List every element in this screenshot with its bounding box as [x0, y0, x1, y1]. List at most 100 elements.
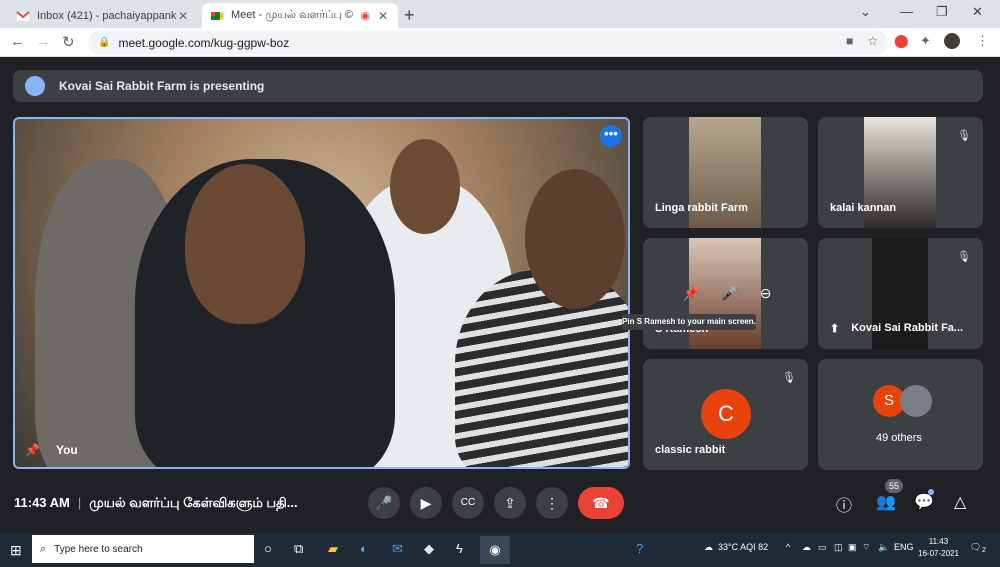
remove-icon[interactable]: ⊖: [760, 285, 772, 302]
display-icon[interactable]: ▣: [848, 542, 857, 553]
participant-name: classic rabbit: [655, 444, 726, 456]
recording-icon: ◉: [360, 10, 370, 22]
help-icon[interactable]: ?: [636, 541, 643, 556]
extension-icon[interactable]: ⬤: [894, 33, 909, 49]
address-bar[interactable]: 🔒 meet.google.com/kug-ggpw-boz ■ ☆: [88, 31, 888, 54]
avatar[interactable]: [944, 33, 960, 49]
bookmark-star-icon[interactable]: ☆: [867, 34, 878, 48]
meeting-title: முயல் வளர்ப்பு கேள்விகளும் பதி...: [89, 495, 298, 510]
notifications-count: 2: [982, 547, 986, 554]
activities-icon[interactable]: △: [954, 492, 966, 512]
maximize-icon[interactable]: ❐: [936, 4, 948, 20]
present-button[interactable]: ⇪: [494, 487, 526, 519]
windows-start-icon[interactable]: ⊞: [10, 542, 22, 559]
tab-title: Inbox (421) - pachaiyappank@gm: [37, 9, 176, 22]
volume-icon[interactable]: 🔈: [878, 542, 889, 553]
participant-tile-linga[interactable]: Linga rabbit Farm: [643, 117, 808, 228]
participant-tile-classic[interactable]: C 🎙 classic rabbit: [643, 359, 808, 470]
video-face: [185, 164, 305, 324]
video-face: [525, 169, 625, 309]
presenting-icon: ⬆: [830, 323, 840, 335]
self-label: 📌 You: [25, 443, 78, 457]
mail-icon[interactable]: ✉: [392, 541, 403, 557]
reload-icon[interactable]: ↻: [62, 33, 75, 51]
participant-name: kalai kannan: [830, 202, 897, 214]
browser-toolbar: ← → ↻ 🔒 meet.google.com/kug-ggpw-boz ■ ☆…: [0, 28, 1000, 57]
minimize-icon[interactable]: —: [900, 4, 913, 19]
windows-taskbar: ⊞ ⌕ Type here to search ○ ⧉ ▰ ◐ ✉ ◆ ϟ ◉ …: [0, 533, 1000, 567]
puzzle-icon[interactable]: ✦: [920, 33, 931, 49]
others-count: 49 others: [876, 432, 922, 444]
more-options-icon[interactable]: ⋮: [536, 487, 568, 519]
close-icon[interactable]: ✕: [376, 9, 390, 23]
pin-icon[interactable]: 📌: [683, 285, 700, 302]
tooltip: Pin S Ramesh to your main screen.: [622, 314, 756, 330]
camera-button[interactable]: ▶: [410, 487, 442, 519]
wifi-icon[interactable]: ⌔: [862, 542, 870, 553]
participant-tile-kalai[interactable]: 🎙 kalai kannan: [818, 117, 983, 228]
chat-icon[interactable]: 💬: [914, 492, 934, 512]
clock[interactable]: 11:43 16-07-2021: [918, 536, 959, 560]
file-explorer-icon[interactable]: ▰: [328, 541, 338, 557]
participant-name: ⬆ Kovai Sai Rabbit Fa...: [830, 322, 963, 335]
tab-meet[interactable]: Meet - முயல் வளர்ப்பு © ◉ ✕: [202, 3, 398, 28]
edge-icon[interactable]: ◐: [360, 541, 368, 556]
mic-off-icon: 🎙: [957, 251, 971, 263]
separator: |: [77, 495, 82, 510]
leave-call-button[interactable]: ☎: [578, 487, 624, 519]
pin-icon: 📌: [25, 443, 40, 457]
dropbox-icon[interactable]: ◆: [424, 541, 434, 557]
app-icon[interactable]: ϟ: [456, 541, 463, 556]
meeting-time: 11:43 AM: [14, 495, 70, 510]
meet-icon: [211, 11, 223, 20]
language-indicator[interactable]: ENG: [894, 542, 914, 552]
search-icon: ⌕: [40, 542, 47, 555]
camera-tray-icon[interactable]: ◫: [834, 542, 843, 553]
mic-off-icon: 🎙: [957, 130, 971, 142]
tab-gmail[interactable]: Inbox (421) - pachaiyappank@gm ✕: [8, 3, 198, 28]
presenter-logo-icon: [25, 76, 45, 96]
camera-icon[interactable]: ■: [846, 34, 853, 48]
taskbar-search[interactable]: ⌕ Type here to search: [32, 535, 254, 563]
back-icon[interactable]: ←: [10, 33, 25, 50]
weather-icon[interactable]: ☁: [704, 542, 713, 553]
chat-notification-dot: [928, 489, 934, 495]
notifications-icon[interactable]: 🗨: [970, 542, 981, 553]
tab-title: Meet - முயல் வளர்ப்பு ©: [231, 8, 353, 21]
avatar: C: [701, 389, 751, 439]
cortana-icon[interactable]: ○: [264, 541, 272, 556]
close-window-icon[interactable]: ✕: [972, 4, 983, 20]
participant-name: Linga rabbit Farm: [655, 202, 748, 214]
tile-hover-controls: 📌 🎤 ⊖: [672, 277, 782, 309]
others-tile[interactable]: S 49 others: [818, 359, 983, 470]
close-icon[interactable]: ✕: [176, 9, 190, 23]
info-icon[interactable]: ⓘ: [836, 492, 852, 516]
chrome-icon[interactable]: ◉: [480, 536, 510, 564]
presenting-text: Kovai Sai Rabbit Farm is presenting: [59, 79, 265, 93]
people-icon[interactable]: 👥: [876, 492, 896, 512]
task-view-icon[interactable]: ⧉: [294, 541, 303, 557]
new-tab-button[interactable]: +: [404, 5, 415, 26]
weather-text[interactable]: 33°C AQI 82: [718, 542, 768, 552]
meeting-controls: 11:43 AM | முயல் வளர்ப்பு கேள்விகளும் பதி.…: [0, 479, 1000, 528]
tray-overflow-icon[interactable]: ^: [786, 542, 790, 552]
meeting-info: 11:43 AM | முயல் வளர்ப்பு கேள்விகளும் பதி.…: [14, 495, 298, 512]
mic-off-icon: 🎙: [782, 372, 796, 384]
more-options-button[interactable]: •••: [600, 125, 622, 147]
main-video-tile[interactable]: ••• 📌 You: [13, 117, 630, 469]
clock-date: 16-07-2021: [918, 549, 959, 558]
network-icon[interactable]: ☁: [802, 542, 811, 553]
gmail-icon: [16, 10, 30, 21]
tab-search-icon[interactable]: ⌄: [860, 4, 871, 20]
menu-icon[interactable]: ⋮: [976, 33, 989, 49]
captions-button[interactable]: CC: [452, 487, 484, 519]
self-name: You: [55, 443, 78, 457]
forward-icon[interactable]: →: [36, 33, 51, 50]
browser-tab-bar: Inbox (421) - pachaiyappank@gm ✕ Meet - …: [0, 0, 1000, 28]
video-person: [455, 269, 628, 467]
mic-icon[interactable]: 🎤: [721, 285, 738, 302]
participant-name-text: Kovai Sai Rabbit Fa...: [851, 322, 964, 334]
participant-tile-kovai[interactable]: 🎙 ⬆ Kovai Sai Rabbit Fa...: [818, 238, 983, 349]
battery-icon[interactable]: ▭: [818, 542, 827, 553]
microphone-button[interactable]: 🎤: [368, 487, 400, 519]
